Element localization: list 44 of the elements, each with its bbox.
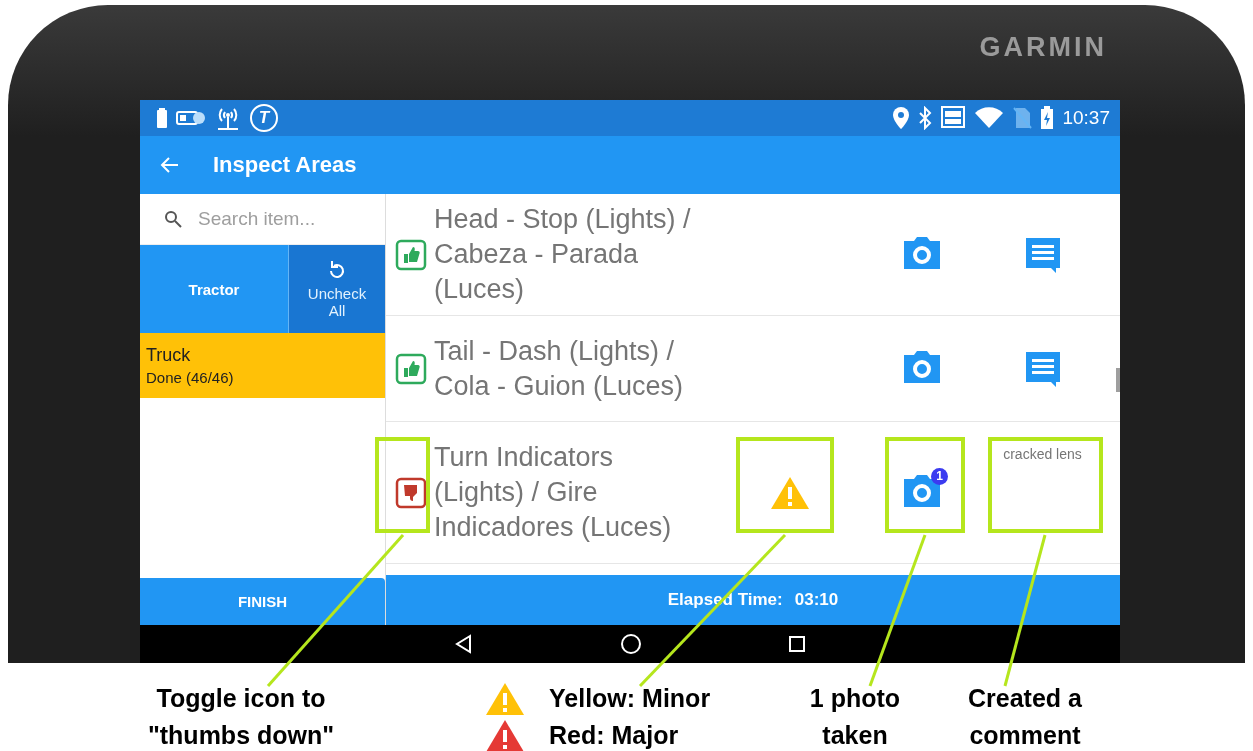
caption-text: Toggle icon to bbox=[156, 683, 326, 714]
caption-text: comment bbox=[969, 720, 1081, 751]
comment-icon[interactable] bbox=[1023, 235, 1062, 274]
camera-icon[interactable] bbox=[902, 234, 942, 271]
scrollbar[interactable] bbox=[1116, 368, 1120, 392]
uncheck-all-button[interactable]: Uncheck All bbox=[288, 245, 385, 333]
category-tab[interactable]: Tractor bbox=[140, 245, 288, 333]
bluetooth-icon bbox=[918, 106, 933, 130]
search-icon bbox=[164, 210, 182, 228]
clock-time: 10:37 bbox=[1062, 107, 1110, 129]
group-item[interactable]: Truck Done (46/46) bbox=[140, 333, 385, 398]
device-icon bbox=[176, 109, 206, 127]
search-field[interactable]: Search item... bbox=[140, 194, 385, 245]
comment-icon[interactable] bbox=[1023, 349, 1062, 388]
location-icon bbox=[892, 106, 911, 130]
thumbs-down-icon[interactable] bbox=[395, 476, 427, 509]
comment-text[interactable]: cracked lens bbox=[1003, 446, 1082, 462]
caption-text: 1 photo bbox=[809, 683, 901, 714]
inspection-item-name: Turn Indicators (Lights) / Gire Indicadores (Luces) bbox=[434, 441, 673, 544]
search-input[interactable]: Search item... bbox=[196, 207, 380, 231]
back-icon[interactable] bbox=[454, 634, 474, 654]
battery-charging-icon bbox=[1040, 106, 1055, 130]
no-sim-icon bbox=[1012, 106, 1033, 130]
camera-icon[interactable] bbox=[902, 348, 942, 385]
battery-icon bbox=[156, 108, 168, 128]
recents-icon[interactable] bbox=[788, 635, 806, 653]
brand-logo: GARMIN bbox=[979, 32, 1107, 63]
legend-text: Red: Major bbox=[549, 720, 679, 751]
thumbs-up-icon[interactable] bbox=[395, 238, 427, 271]
wifi-icon bbox=[974, 107, 1005, 129]
app-badge: T bbox=[250, 104, 278, 132]
finish-button[interactable]: FINISH bbox=[140, 578, 385, 625]
back-arrow-icon[interactable] bbox=[160, 155, 180, 175]
inspection-item-name: Tail - Dash (Lights) / Cola - Guion (Luces) bbox=[434, 334, 685, 403]
home-icon[interactable] bbox=[620, 633, 642, 655]
thumbs-up-icon[interactable] bbox=[395, 352, 427, 385]
inspection-item-name: Head - Stop (Lights) / Cabeza - Parada (Luces) bbox=[434, 203, 692, 306]
caption-text: "thumbs down" bbox=[147, 720, 335, 751]
screen-title: Inspect Areas bbox=[213, 152, 357, 178]
legend-text: Yellow: Minor bbox=[549, 683, 711, 714]
photo-count-badge: 1 bbox=[931, 467, 948, 485]
caption-text: Created a bbox=[968, 683, 1082, 714]
caption-text: taken bbox=[822, 720, 888, 751]
camera-icon[interactable] bbox=[902, 472, 942, 509]
